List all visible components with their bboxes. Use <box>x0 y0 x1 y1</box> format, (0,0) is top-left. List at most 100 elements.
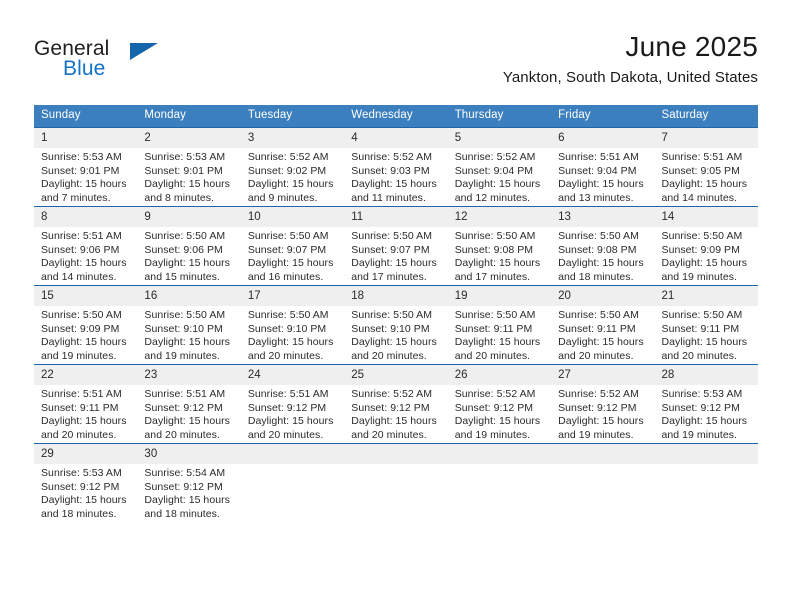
day-number: 13 <box>551 207 655 227</box>
day-number <box>551 444 655 464</box>
day-details: Sunrise: 5:50 AM Sunset: 9:08 PM Dayligh… <box>448 227 551 284</box>
calendar-day-cell[interactable]: 7 Sunrise: 5:51 AM Sunset: 9:05 PM Dayli… <box>654 127 758 207</box>
sunset-text: Sunset: 9:01 PM <box>144 164 223 177</box>
sunset-text: Sunset: 9:11 PM <box>454 322 533 335</box>
calendar-day-cell[interactable]: 13 Sunrise: 5:50 AM Sunset: 9:08 PM Dayl… <box>551 206 655 286</box>
sunrise-text: Sunrise: 5:51 AM <box>144 388 226 400</box>
calendar-day-cell[interactable]: 30 Sunrise: 5:54 AM Sunset: 9:12 PM Dayl… <box>137 443 241 522</box>
sunset-text: Sunset: 9:12 PM <box>144 401 223 414</box>
day-details: Sunrise: 5:51 AM Sunset: 9:06 PM Dayligh… <box>34 227 137 284</box>
calendar-day-cell[interactable]: 16 Sunrise: 5:50 AM Sunset: 9:10 PM Dayl… <box>137 285 241 365</box>
day-number: 12 <box>447 207 552 227</box>
calendar-day-cell[interactable]: 23 Sunrise: 5:51 AM Sunset: 9:12 PM Dayl… <box>137 364 241 444</box>
calendar-day-cell[interactable]: 19 Sunrise: 5:50 AM Sunset: 9:11 PM Dayl… <box>447 285 552 365</box>
calendar-day-cell[interactable]: 5 Sunrise: 5:52 AM Sunset: 9:04 PM Dayli… <box>447 127 552 207</box>
daylight-text-line1: Daylight: 15 hours <box>41 336 127 349</box>
sunset-text: Sunset: 9:02 PM <box>247 164 327 177</box>
daylight-text-line2: and 20 minutes. <box>247 428 324 441</box>
calendar-day-cell[interactable]: 12 Sunrise: 5:50 AM Sunset: 9:08 PM Dayl… <box>447 206 552 286</box>
daylight-text-line1: Daylight: 15 hours <box>454 257 541 270</box>
daylight-text-line2: and 19 minutes. <box>661 270 737 283</box>
calendar-day-cell[interactable]: 20 Sunrise: 5:50 AM Sunset: 9:11 PM Dayl… <box>551 285 655 365</box>
calendar-day-cell[interactable]: 3 Sunrise: 5:52 AM Sunset: 9:02 PM Dayli… <box>240 127 345 207</box>
calendar-week-row: 15 Sunrise: 5:50 AM Sunset: 9:09 PM Dayl… <box>34 285 758 365</box>
calendar-day-cell[interactable]: 21 Sunrise: 5:50 AM Sunset: 9:11 PM Dayl… <box>654 285 758 365</box>
calendar-day-cell[interactable]: 2 Sunrise: 5:53 AM Sunset: 9:01 PM Dayli… <box>137 127 241 207</box>
sunrise-text: Sunrise: 5:52 AM <box>454 151 536 163</box>
calendar-day-cell[interactable]: 25 Sunrise: 5:52 AM Sunset: 9:12 PM Dayl… <box>344 364 448 444</box>
sunrise-text: Sunrise: 5:51 AM <box>661 151 743 163</box>
day-details: Sunrise: 5:50 AM Sunset: 9:10 PM Dayligh… <box>241 306 344 363</box>
daylight-text-line2: and 13 minutes. <box>558 191 634 204</box>
calendar-day-cell[interactable]: 24 Sunrise: 5:51 AM Sunset: 9:12 PM Dayl… <box>240 364 345 444</box>
calendar-day-cell[interactable]: 22 Sunrise: 5:51 AM Sunset: 9:11 PM Dayl… <box>34 364 138 444</box>
calendar-day-cell[interactable]: 27 Sunrise: 5:52 AM Sunset: 9:12 PM Dayl… <box>551 364 655 444</box>
daylight-text-line2: and 18 minutes. <box>41 507 117 520</box>
calendar-day-cell-empty <box>240 443 345 522</box>
calendar-day-cell[interactable]: 11 Sunrise: 5:50 AM Sunset: 9:07 PM Dayl… <box>344 206 448 286</box>
masthead: General Blue June 2025 Yankton, South Da… <box>34 30 758 96</box>
calendar-day-cell[interactable]: 15 Sunrise: 5:50 AM Sunset: 9:09 PM Dayl… <box>34 285 138 365</box>
day-number: 8 <box>34 207 138 227</box>
day-number: 6 <box>551 128 655 148</box>
daylight-text-line1: Daylight: 15 hours <box>247 415 334 428</box>
calendar-day-cell[interactable]: 28 Sunrise: 5:53 AM Sunset: 9:12 PM Dayl… <box>654 364 758 444</box>
day-number: 2 <box>137 128 241 148</box>
sunset-text: Sunset: 9:09 PM <box>41 322 120 335</box>
daylight-text-line2: and 19 minutes. <box>558 428 634 441</box>
sunset-text: Sunset: 9:11 PM <box>41 401 119 414</box>
sunrise-text: Sunrise: 5:53 AM <box>661 388 743 400</box>
sunrise-text: Sunrise: 5:51 AM <box>41 230 122 242</box>
sunset-text: Sunset: 9:04 PM <box>558 164 637 177</box>
day-details: Sunrise: 5:52 AM Sunset: 9:12 PM Dayligh… <box>448 385 551 442</box>
day-details: Sunrise: 5:53 AM Sunset: 9:01 PM Dayligh… <box>34 148 137 205</box>
sunset-text: Sunset: 9:01 PM <box>41 164 120 177</box>
day-details: Sunrise: 5:51 AM Sunset: 9:11 PM Dayligh… <box>34 385 137 442</box>
sunrise-text: Sunrise: 5:50 AM <box>661 230 743 242</box>
daylight-text-line2: and 16 minutes. <box>247 270 324 283</box>
brand-logo[interactable]: General Blue <box>34 30 174 86</box>
weekday-header-sunday: Sunday <box>34 105 138 128</box>
calendar-day-cell[interactable]: 8 Sunrise: 5:51 AM Sunset: 9:06 PM Dayli… <box>34 206 138 286</box>
daylight-text-line1: Daylight: 15 hours <box>41 257 127 270</box>
calendar-day-cell[interactable]: 26 Sunrise: 5:52 AM Sunset: 9:12 PM Dayl… <box>447 364 552 444</box>
calendar-day-cell[interactable]: 4 Sunrise: 5:52 AM Sunset: 9:03 PM Dayli… <box>344 127 448 207</box>
calendar-day-cell[interactable]: 10 Sunrise: 5:50 AM Sunset: 9:07 PM Dayl… <box>240 206 345 286</box>
sunrise-text: Sunrise: 5:50 AM <box>144 309 226 321</box>
weekday-header-saturday: Saturday <box>654 105 758 128</box>
daylight-text-line1: Daylight: 15 hours <box>351 336 437 349</box>
sunset-text: Sunset: 9:12 PM <box>351 401 430 414</box>
daylight-text-line1: Daylight: 15 hours <box>144 415 230 428</box>
daylight-text-line1: Daylight: 15 hours <box>351 178 437 191</box>
calendar-day-cell[interactable]: 1 Sunrise: 5:53 AM Sunset: 9:01 PM Dayli… <box>34 127 138 207</box>
calendar-page: General Blue June 2025 Yankton, South Da… <box>0 0 792 612</box>
daylight-text-line2: and 18 minutes. <box>144 507 220 520</box>
day-number: 23 <box>137 365 241 385</box>
day-number: 20 <box>551 286 655 306</box>
sunrise-text: Sunrise: 5:51 AM <box>558 151 639 163</box>
calendar-day-cell[interactable]: 29 Sunrise: 5:53 AM Sunset: 9:12 PM Dayl… <box>34 443 138 522</box>
calendar-day-cell-empty <box>551 443 655 522</box>
day-details: Sunrise: 5:50 AM Sunset: 9:07 PM Dayligh… <box>241 227 344 284</box>
day-details: Sunrise: 5:51 AM Sunset: 9:05 PM Dayligh… <box>655 148 758 205</box>
sunrise-text: Sunrise: 5:50 AM <box>247 230 329 242</box>
calendar-day-cell[interactable]: 9 Sunrise: 5:50 AM Sunset: 9:06 PM Dayli… <box>137 206 241 286</box>
sunset-text: Sunset: 9:04 PM <box>454 164 534 177</box>
weekday-header-tuesday: Tuesday <box>240 105 345 128</box>
calendar-day-cell[interactable]: 14 Sunrise: 5:50 AM Sunset: 9:09 PM Dayl… <box>654 206 758 286</box>
sunrise-text: Sunrise: 5:54 AM <box>144 467 226 479</box>
sunrise-text: Sunrise: 5:50 AM <box>661 309 743 321</box>
day-details: Sunrise: 5:53 AM Sunset: 9:12 PM Dayligh… <box>655 385 758 442</box>
daylight-text-line1: Daylight: 15 hours <box>351 257 437 270</box>
daylight-text-line2: and 17 minutes. <box>454 270 531 283</box>
sunrise-text: Sunrise: 5:52 AM <box>351 388 433 400</box>
calendar-day-cell[interactable]: 6 Sunrise: 5:51 AM Sunset: 9:04 PM Dayli… <box>551 127 655 207</box>
calendar-day-cell[interactable]: 18 Sunrise: 5:50 AM Sunset: 9:10 PM Dayl… <box>344 285 448 365</box>
daylight-text-line2: and 20 minutes. <box>558 349 634 362</box>
sunset-text: Sunset: 9:05 PM <box>661 164 740 177</box>
daylight-text-line1: Daylight: 15 hours <box>144 494 230 507</box>
day-number: 26 <box>447 365 552 385</box>
day-details: Sunrise: 5:50 AM Sunset: 9:07 PM Dayligh… <box>344 227 447 284</box>
daylight-text-line2: and 17 minutes. <box>351 270 427 283</box>
calendar-day-cell[interactable]: 17 Sunrise: 5:50 AM Sunset: 9:10 PM Dayl… <box>240 285 345 365</box>
